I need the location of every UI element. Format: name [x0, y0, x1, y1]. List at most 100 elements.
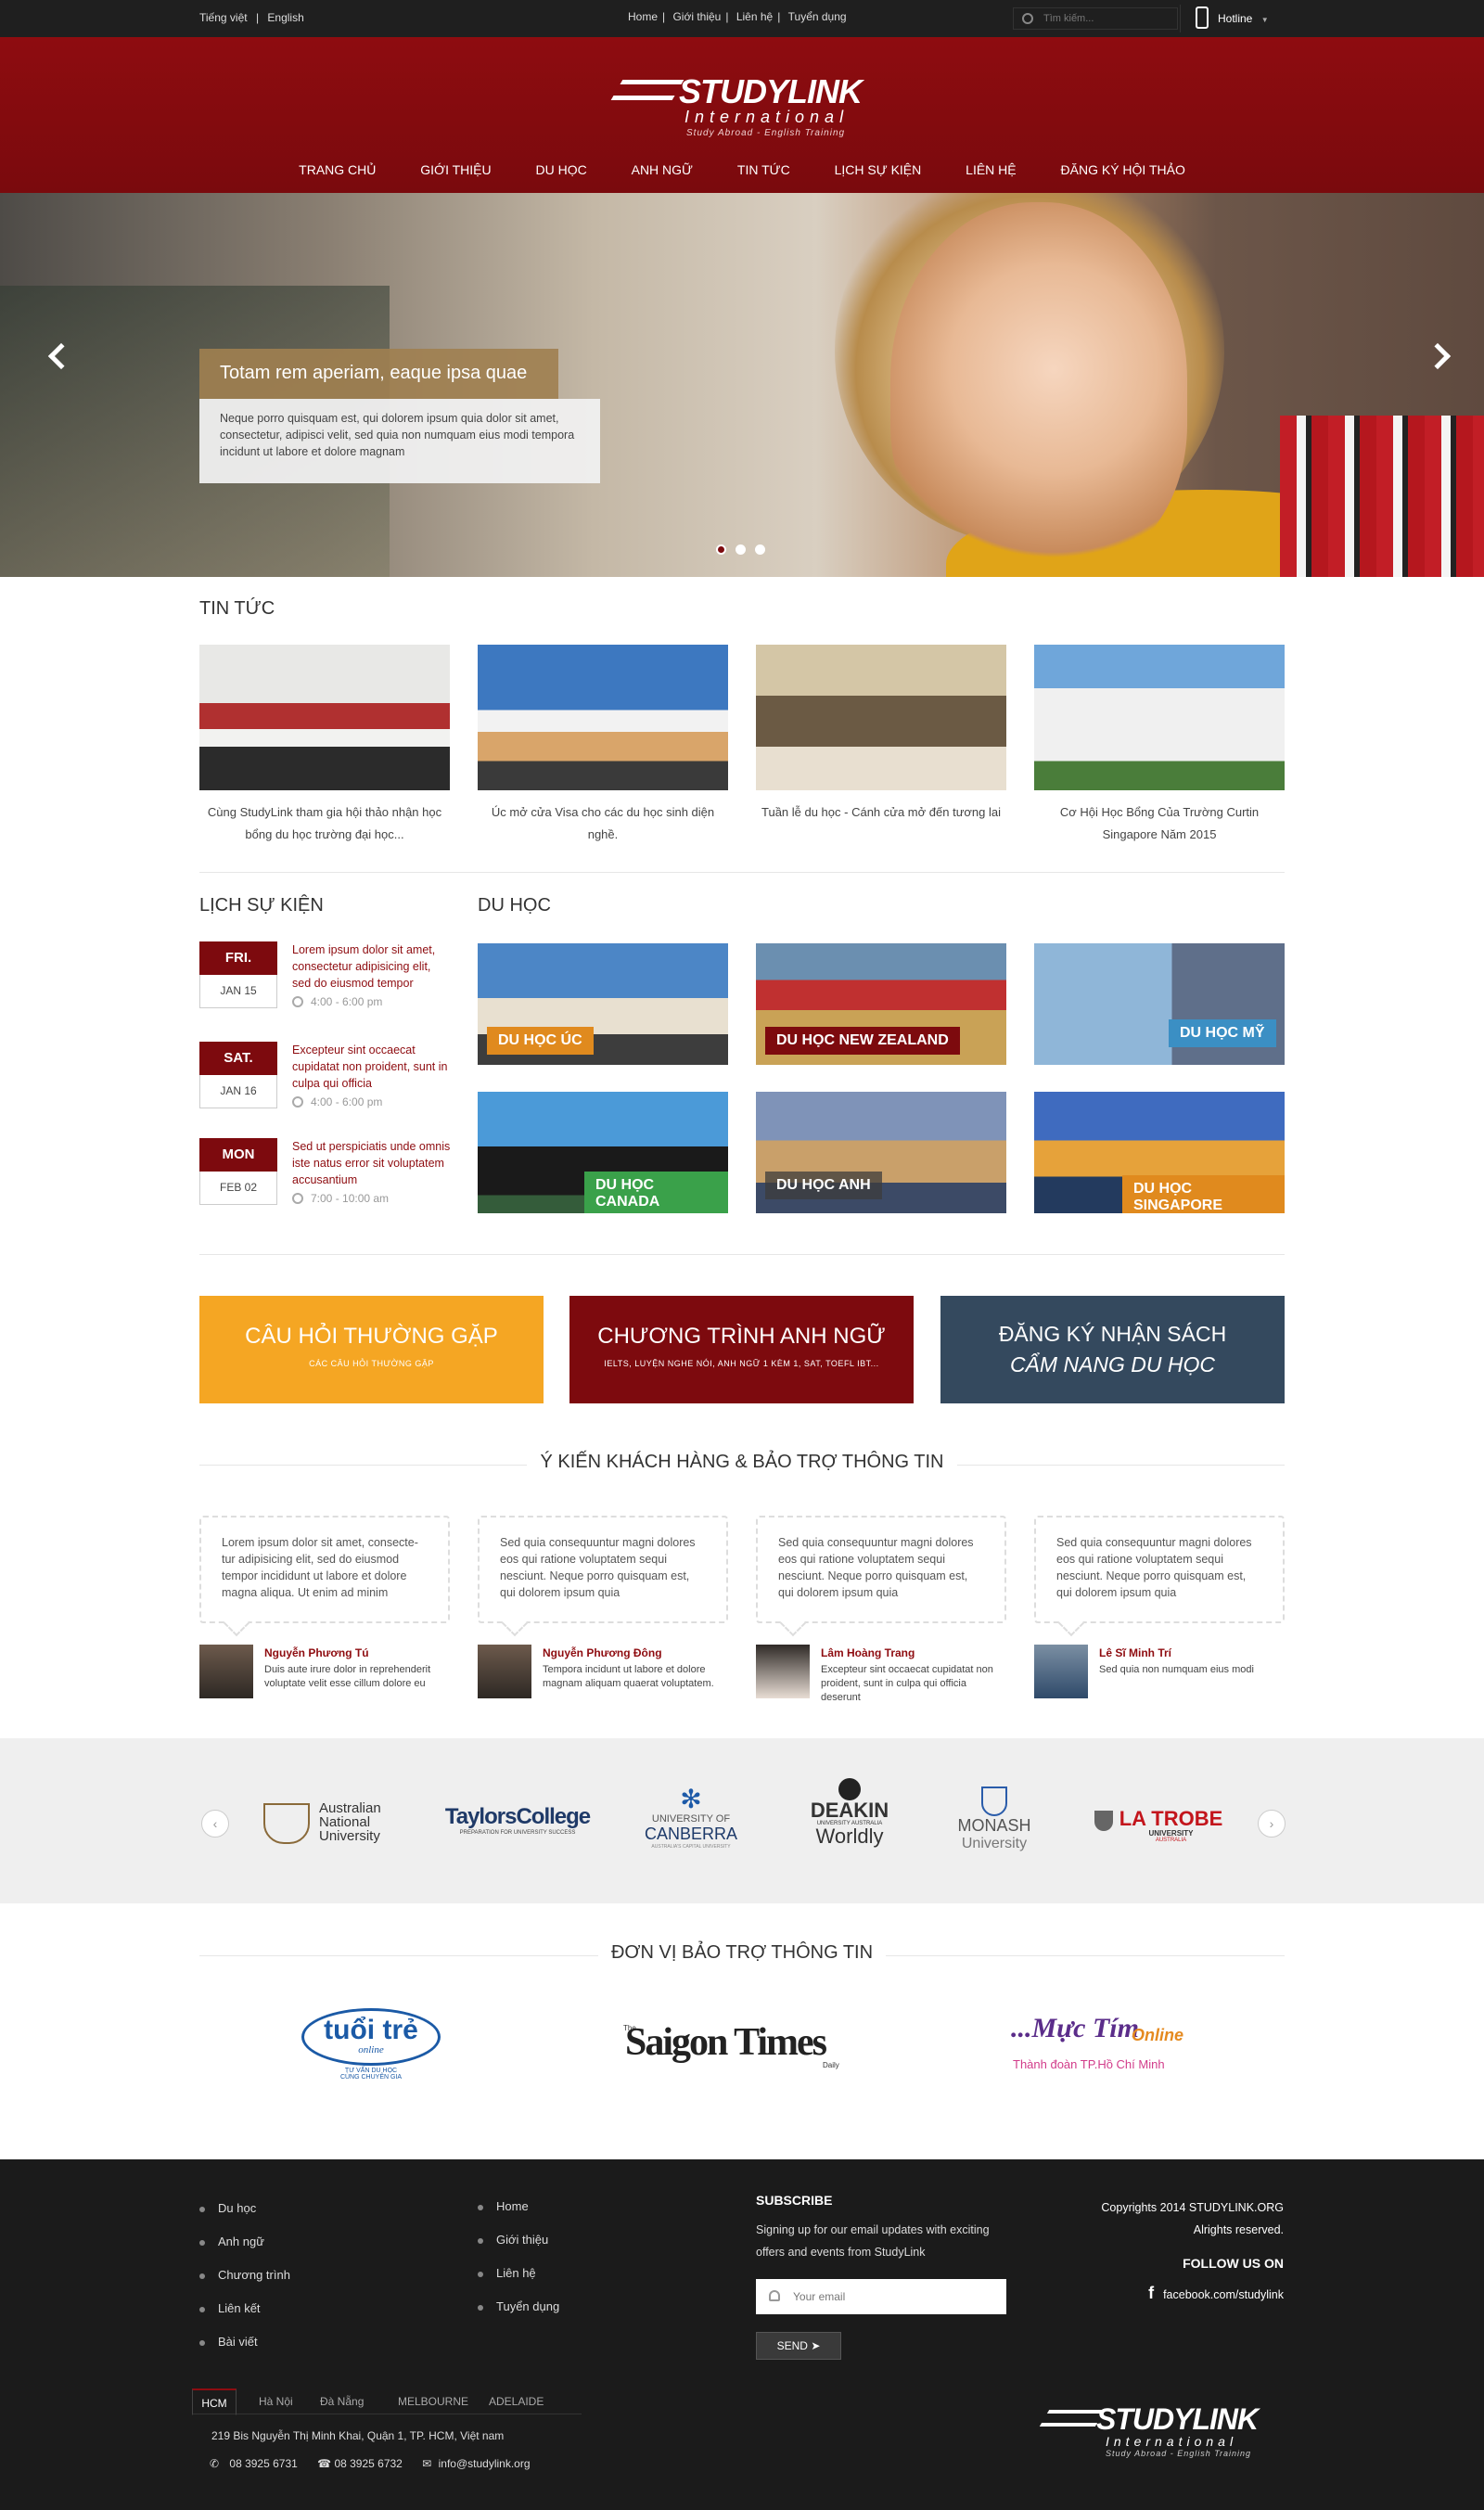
- tab-danang[interactable]: Đà Nẵng: [320, 2395, 364, 2408]
- tab-hanoi[interactable]: Hà Nội: [259, 2395, 293, 2408]
- hotline-dropdown[interactable]: Hotline ▼: [1180, 5, 1284, 32]
- tile-du-hoc-my[interactable]: DU HỌC MỸ: [1034, 943, 1285, 1065]
- search-input[interactable]: Tìm kiếm...: [1013, 7, 1178, 30]
- email-input[interactable]: Your email: [756, 2279, 1006, 2314]
- carousel-next-icon[interactable]: ›: [1258, 1810, 1286, 1838]
- footer-link[interactable]: Chương trình: [199, 2259, 290, 2292]
- news-image-curtin[interactable]: [1034, 645, 1285, 790]
- event-text[interactable]: Excepteur sint occaecat cupidatat non pr…: [292, 1042, 452, 1092]
- news-item[interactable]: Cùng StudyLink tham gia hội thảo nhận họ…: [199, 645, 450, 846]
- person-name: Nguyễn Phương Tú: [264, 1646, 369, 1659]
- tile-du-hoc-uc[interactable]: DU HỌC ÚC: [478, 943, 728, 1065]
- fax-icon: ☎: [317, 2457, 332, 2470]
- tile-du-hoc-singapore[interactable]: DU HỌC SINGAPORE: [1034, 1092, 1285, 1213]
- footer-link[interactable]: Bài viết: [199, 2325, 290, 2359]
- hero-caption-text: Neque porro quisquam est, qui dolorem ip…: [199, 399, 600, 483]
- bullet-icon: [478, 2271, 483, 2277]
- partner-logo-monash[interactable]: MONASH University: [946, 1786, 1043, 1870]
- footer-links-col2: Home Giới thiệu Liên hệ Tuyển dụng: [478, 2190, 559, 2324]
- nav-news[interactable]: TIN TỨC: [737, 162, 790, 177]
- footer-link[interactable]: Home: [478, 2190, 559, 2223]
- cta-faq[interactable]: CÂU HỎI THƯỜNG GẶP CÁC CÂU HỎI THƯỜNG GẶ…: [199, 1296, 544, 1403]
- news-caption[interactable]: Tuần lễ du học - Cánh cửa mở đến tương l…: [756, 801, 1006, 824]
- facebook-link[interactable]: f facebook.com/studylink: [1020, 2284, 1284, 2303]
- send-button[interactable]: SEND ➤: [756, 2332, 841, 2360]
- top-link-home[interactable]: Home: [628, 10, 658, 23]
- partner-line: Australian: [319, 1800, 381, 1816]
- partner-line: DEAKIN: [810, 1799, 889, 1822]
- partner-logo-latrobe[interactable]: LA TROBE UNIVERSITY AUSTRALIA: [1094, 1809, 1229, 1892]
- partner-line: National: [319, 1814, 371, 1830]
- news-image-sydney[interactable]: [478, 645, 728, 790]
- studylink-logo[interactable]: STUDYLINK International Study Abroad - E…: [610, 72, 867, 161]
- tab-adelaide[interactable]: ADELAIDE: [489, 2395, 544, 2408]
- news-caption[interactable]: Úc mở cửa Visa cho các du học sinh diện …: [478, 801, 728, 846]
- sponsor-logo-tuoitre[interactable]: tuổi trẻ online TƯ VẤN DU HỌC CÙNG CHUYÊ…: [299, 2008, 443, 2096]
- news-item[interactable]: Cơ Hội Học Bổng Của Trường Curtin Singap…: [1034, 645, 1285, 846]
- email-link[interactable]: info@studylink.org: [439, 2457, 531, 2470]
- tab-hcm[interactable]: HCM: [192, 2388, 237, 2415]
- footer-link[interactable]: Anh ngữ: [199, 2225, 290, 2259]
- sponsors-title: ĐƠN VỊ BẢO TRỢ THÔNG TIN: [598, 1942, 886, 1964]
- news-image-seminar[interactable]: [199, 645, 450, 790]
- news-title: TIN TỨC: [199, 598, 275, 619]
- nav-english[interactable]: ANH NGỮ: [632, 162, 693, 177]
- footer-link[interactable]: Tuyển dụng: [478, 2290, 559, 2324]
- nav-about[interactable]: GIỚI THIỆU: [420, 162, 491, 177]
- follow-title: FOLLOW US ON: [1183, 2256, 1284, 2271]
- office-address: 219 Bis Nguyễn Thị Minh Khai, Quận 1, TP…: [211, 2429, 505, 2442]
- news-item[interactable]: Tuần lễ du học - Cánh cửa mở đến tương l…: [756, 645, 1006, 824]
- footer-logo[interactable]: STUDYLINK International Study Abroad - E…: [1039, 2402, 1285, 2458]
- slider-dot-3[interactable]: [755, 544, 765, 555]
- event-text[interactable]: Lorem ipsum dolor sit amet, consectetur …: [292, 941, 452, 992]
- snowflake-icon: ✻: [680, 1785, 702, 1813]
- footer-link[interactable]: Liên hệ: [478, 2257, 559, 2290]
- lang-english-link[interactable]: English: [267, 11, 303, 24]
- top-link-about[interactable]: Giới thiệu: [672, 10, 721, 23]
- news-image-fair[interactable]: [756, 645, 1006, 790]
- footer-link[interactable]: Giới thiệu: [478, 2223, 559, 2257]
- partner-logo-anu[interactable]: Australian National University: [260, 1799, 399, 1883]
- nav-events[interactable]: LỊCH SỰ KIỆN: [835, 162, 922, 177]
- tile-du-hoc-canada[interactable]: DU HỌC CANADA: [478, 1092, 728, 1213]
- nav-home[interactable]: TRANG CHỦ: [299, 162, 376, 177]
- partner-logo-deakin[interactable]: DEAKIN UNIVERSITY AUSTRALIA Worldly: [805, 1778, 894, 1862]
- footer-logo-tagline: Study Abroad - English Training: [1106, 2449, 1252, 2458]
- news-item[interactable]: Úc mở cửa Visa cho các du học sinh diện …: [478, 645, 728, 846]
- sponsor-sub: Thành đoàn TP.Hồ Chí Minh: [1013, 2057, 1165, 2071]
- tile-label: DU HỌC NEW ZEALAND: [765, 1027, 960, 1055]
- nav-contact[interactable]: LIÊN HỆ: [966, 162, 1016, 177]
- event-text[interactable]: Sed ut perspiciatis unde omnis iste natu…: [292, 1138, 452, 1188]
- sponsor-logo-muctim[interactable]: ...Mực Tím Online Thành đoàn TP.Hồ Chí M…: [1011, 2013, 1196, 2078]
- cta-english-program[interactable]: CHƯƠNG TRÌNH ANH NGỮ IELTS, LUYỆN NGHE N…: [569, 1296, 914, 1403]
- nav-study-abroad[interactable]: DU HỌC: [535, 162, 586, 177]
- latrobe-crest-icon: [1094, 1811, 1113, 1831]
- avatar: [756, 1645, 810, 1698]
- lang-vietnamese-link[interactable]: Tiếng việt: [199, 11, 248, 24]
- footer-link[interactable]: Liên kết: [199, 2292, 290, 2325]
- slider-dot-1[interactable]: [716, 544, 726, 555]
- sponsor-logo-saigontimes[interactable]: The Saigon Times Daily: [623, 2020, 866, 2076]
- tile-du-hoc-anh[interactable]: DU HỌC ANH: [756, 1092, 1006, 1213]
- top-link-careers[interactable]: Tuyển dụng: [788, 10, 847, 23]
- tab-melbourne[interactable]: MELBOURNE: [398, 2395, 468, 2408]
- partner-logo-canberra[interactable]: ✻ UNIVERSITY OF CANBERRA AUSTRALIA'S CAP…: [635, 1786, 747, 1869]
- footer-link[interactable]: Du học: [199, 2192, 290, 2225]
- anu-crest-icon: [263, 1803, 310, 1844]
- news-caption[interactable]: Cơ Hội Học Bổng Của Trường Curtin Singap…: [1034, 801, 1285, 846]
- nav-register-seminar[interactable]: ĐĂNG KÝ HỘI THẢO: [1061, 162, 1185, 177]
- clock-icon: [292, 1193, 303, 1204]
- slider-next-arrow-icon[interactable]: [1424, 342, 1452, 370]
- divider: [199, 1254, 1285, 1255]
- partner-logo-taylors[interactable]: TaylorsCollege PREPARATION FOR UNIVERSIT…: [443, 1804, 592, 1888]
- logo-swoosh-icon: [610, 80, 684, 100]
- bullet-icon: [199, 2306, 205, 2312]
- cta-register-book[interactable]: ĐĂNG KÝ NHẬN SÁCH CẨM NANG DU HỌC: [940, 1296, 1285, 1403]
- top-link-contact[interactable]: Liên hệ: [736, 10, 773, 23]
- news-caption[interactable]: Cùng StudyLink tham gia hội thảo nhận họ…: [199, 801, 450, 846]
- quote-text: Sed quia consequuntur magni dolores eos …: [500, 1536, 696, 1599]
- phone-1: 08 3925 6731: [229, 2457, 298, 2470]
- tile-du-hoc-nz[interactable]: DU HỌC NEW ZEALAND: [756, 943, 1006, 1065]
- slider-dot-2[interactable]: [736, 544, 746, 555]
- carousel-prev-icon[interactable]: ‹: [201, 1810, 229, 1838]
